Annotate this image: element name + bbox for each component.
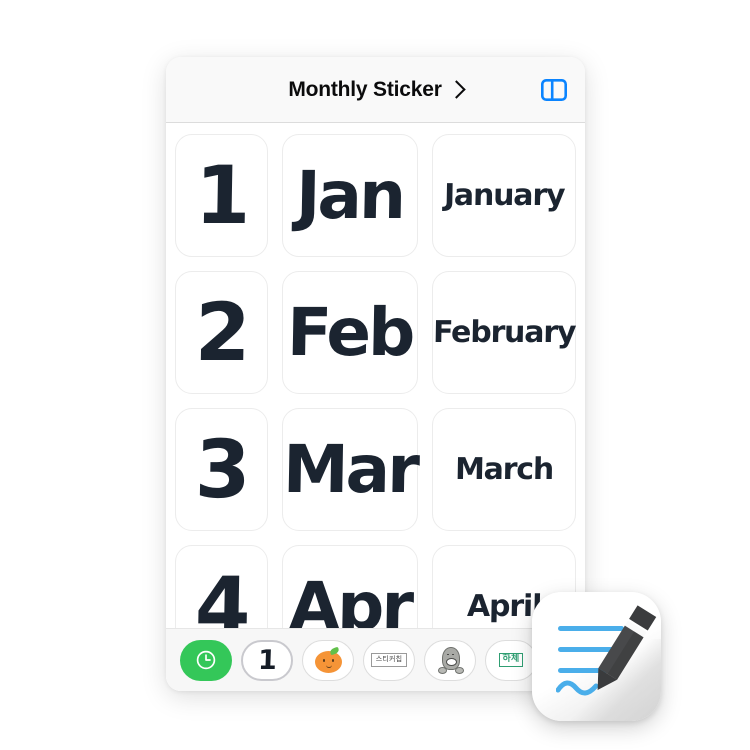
- sticker-label: April: [466, 588, 542, 624]
- toolbar-item-monthly-sticker-set[interactable]: 1: [241, 639, 293, 681]
- sticker-grid: 1 Jan January 2 Feb February 3 Mar March…: [175, 134, 576, 668]
- seal-character-icon: [438, 646, 464, 674]
- screen-root: Monthly Sticker 1 Jan January 2 Feb Febr…: [0, 0, 750, 750]
- toolbar-item-label-sticker-set[interactable]: 스티커칩: [363, 639, 415, 681]
- sticker-card-full-march[interactable]: March: [431, 408, 576, 531]
- tangerine-icon: [314, 646, 342, 673]
- sticker-card-number-3[interactable]: 3: [175, 408, 268, 531]
- chevron-right-icon: [446, 80, 466, 99]
- sticker-card-number-2[interactable]: 2: [175, 271, 268, 394]
- pencil-icon: [584, 598, 660, 709]
- clock-icon: [196, 650, 216, 670]
- sticker-label: 2: [193, 285, 250, 379]
- toolbar-item-label: 1: [257, 644, 277, 676]
- toolbar-item-label: 스티커칩: [370, 653, 408, 667]
- panel-header: Monthly Sticker: [166, 57, 585, 123]
- sticker-card-abbr-mar[interactable]: Mar: [281, 408, 418, 531]
- toolbar-item-recent-stickers[interactable]: [180, 639, 232, 681]
- sticker-label: 1: [193, 148, 250, 242]
- goodnotes-app-icon[interactable]: [532, 592, 661, 721]
- sticker-card-abbr-feb[interactable]: Feb: [281, 271, 418, 394]
- sticker-label: January: [443, 177, 565, 213]
- sticker-label: March: [454, 451, 554, 487]
- sticker-label: February: [432, 314, 576, 350]
- toolbar-item-creature-sticker-set[interactable]: [424, 639, 476, 681]
- toolbar-item-hanche-sticker-set[interactable]: 하체: [485, 639, 537, 681]
- sticker-panel: Monthly Sticker 1 Jan January 2 Feb Febr…: [166, 57, 585, 691]
- sticker-card-number-1[interactable]: 1: [175, 134, 268, 257]
- sticker-card-abbr-jan[interactable]: Jan: [281, 134, 418, 257]
- sticker-card-full-january[interactable]: January: [431, 134, 576, 257]
- sidebar-split-view-icon[interactable]: [540, 76, 568, 104]
- sticker-label: Mar: [282, 430, 418, 508]
- toolbar-item-tangerine-sticker-set[interactable]: [302, 639, 354, 681]
- sticker-label: Jan: [295, 156, 405, 234]
- sticker-set-toolbar: 1 스티커칩 하체: [166, 628, 585, 691]
- sticker-label: Feb: [286, 293, 414, 371]
- sticker-card-full-february[interactable]: February: [431, 271, 576, 394]
- sticker-label: 3: [193, 422, 250, 516]
- panel-title-button[interactable]: Monthly Sticker: [288, 78, 466, 101]
- toolbar-item-label: 하체: [498, 653, 524, 667]
- page-title: Monthly Sticker: [288, 78, 442, 101]
- sticker-grid-scroll[interactable]: 1 Jan January 2 Feb February 3 Mar March…: [166, 123, 585, 691]
